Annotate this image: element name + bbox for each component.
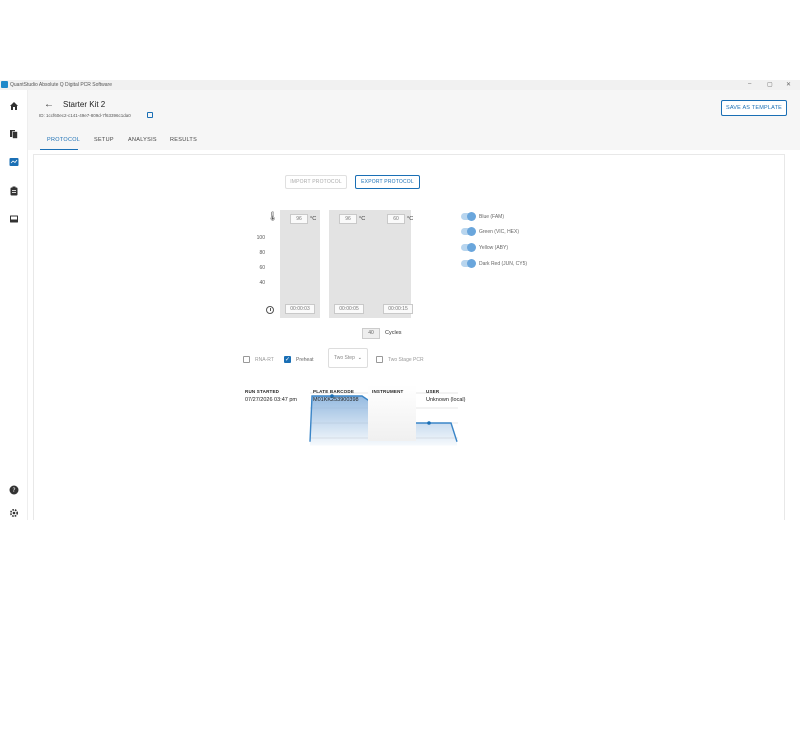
import-protocol-button[interactable]: IMPORT PROTOCOL xyxy=(285,175,347,189)
left-nav: ? xyxy=(0,90,28,520)
temperature-unit: °C xyxy=(359,216,366,222)
instrument-column: INSTRUMENT xyxy=(372,389,404,397)
temperature-field[interactable]: 96 xyxy=(339,214,357,224)
two-stage-pcr-checkbox[interactable] xyxy=(376,356,383,363)
window-title: QuantStudio Absolute Q Digital PCR Softw… xyxy=(10,82,112,88)
chevron-down-icon: ⌄ xyxy=(357,355,362,361)
tab-analysis[interactable]: ANALYSIS xyxy=(128,134,157,150)
run-started-value: 07/27/2026 03:47 pm xyxy=(245,397,297,403)
two-stage-pcr-label: Two Stage PCR xyxy=(388,357,424,363)
tab-results[interactable]: RESULTS xyxy=(170,134,197,150)
app-window: QuantStudio Absolute Q Digital PCR Softw… xyxy=(0,80,800,520)
app-logo-icon xyxy=(1,81,8,88)
cycles-label: Cycles xyxy=(385,330,402,336)
legend-label: Yellow (ABY) xyxy=(479,245,508,251)
legend-label: Dark Red (JUN, CY5) xyxy=(479,261,528,267)
page-title: Starter Kit 2 xyxy=(63,100,106,109)
tab-protocol[interactable]: PROTOCOL xyxy=(40,134,80,150)
y-tick-label: 40 xyxy=(259,280,265,286)
user-column: USER Unknown (local) xyxy=(426,389,465,403)
instrument-header: INSTRUMENT xyxy=(372,389,404,394)
plate-barcode-column: PLATE BARCODE M01KK253900398 xyxy=(313,389,359,403)
chart-view-icon[interactable] xyxy=(9,157,19,167)
user-value: Unknown (local) xyxy=(426,397,466,403)
time-field[interactable]: 00:00:15 xyxy=(383,304,413,314)
title-bar: QuantStudio Absolute Q Digital PCR Softw… xyxy=(0,80,800,90)
step-point[interactable] xyxy=(427,421,431,425)
preheat-checkbox[interactable]: ✓ xyxy=(284,356,291,363)
toggle-switch[interactable] xyxy=(461,227,476,236)
time-field[interactable]: 00:00:03 xyxy=(285,304,315,314)
thermal-profile-chart xyxy=(309,392,458,446)
minimize-button[interactable]: – xyxy=(748,81,751,87)
experiment-id: ID: 1ccf60ec2-c141-49e7-809d-7f63396c1da… xyxy=(39,113,131,118)
clipboard-icon[interactable] xyxy=(9,186,19,196)
run-started-column: RUN STARTED 07/27/2026 03:47 pm xyxy=(245,389,297,403)
preheat-label: Preheat xyxy=(296,357,314,363)
settings-gear-icon[interactable] xyxy=(9,508,19,518)
toggle-switch[interactable] xyxy=(461,243,476,252)
step-mode-value: Two Step xyxy=(334,355,355,361)
plate-barcode-header: PLATE BARCODE xyxy=(313,389,355,394)
svg-text:?: ? xyxy=(12,487,15,494)
run-started-header: RUN STARTED xyxy=(245,389,280,394)
cycles-field[interactable]: 40 xyxy=(362,328,380,339)
tray-icon[interactable] xyxy=(9,214,19,224)
maximize-button[interactable]: ▢ xyxy=(767,81,773,88)
temperature-field[interactable]: 60 xyxy=(387,214,405,224)
legend-label: Blue (FAM) xyxy=(479,214,505,220)
rna-rt-checkbox[interactable] xyxy=(243,356,250,363)
stage-1-column xyxy=(280,210,320,318)
rna-rt-label: RNA-RT xyxy=(255,357,274,363)
close-button[interactable]: ✕ xyxy=(786,81,791,88)
temperature-field[interactable]: 96 xyxy=(290,214,308,224)
back-arrow-icon[interactable]: ← xyxy=(44,99,54,110)
thermometer-icon: 🌡 xyxy=(267,211,279,221)
stage-2-column xyxy=(329,210,411,318)
toggle-switch[interactable] xyxy=(461,259,476,268)
page-header: ← Starter Kit 2 ID: 1ccf60ec2-c141-49e7-… xyxy=(28,90,800,150)
save-as-template-button[interactable]: SAVE AS TEMPLATE xyxy=(721,100,787,116)
help-icon[interactable]: ? xyxy=(9,485,19,495)
temperature-unit: °C xyxy=(407,216,414,222)
toggle-switch[interactable] xyxy=(461,212,476,221)
tab-setup[interactable]: SETUP xyxy=(94,134,114,150)
time-field[interactable]: 00:00:05 xyxy=(334,304,364,314)
protocol-panel: IMPORT PROTOCOL EXPORT PROTOCOL 🌡 100 80… xyxy=(33,154,785,520)
export-protocol-button[interactable]: EXPORT PROTOCOL xyxy=(355,175,420,189)
user-header: USER xyxy=(426,389,440,394)
plate-barcode-value: M01KK253900398 xyxy=(313,397,359,403)
documents-icon[interactable] xyxy=(9,129,19,139)
legend-label: Green (VIC, HEX) xyxy=(479,229,520,235)
temperature-unit: °C xyxy=(310,216,317,222)
y-tick-label: 60 xyxy=(259,265,265,271)
home-icon[interactable] xyxy=(9,101,19,111)
y-tick-label: 100 xyxy=(256,235,265,241)
y-tick-label: 80 xyxy=(259,250,265,256)
clock-icon xyxy=(266,306,274,314)
copy-icon[interactable] xyxy=(147,112,153,118)
step-mode-select[interactable]: Two Step ⌄ xyxy=(328,348,368,368)
